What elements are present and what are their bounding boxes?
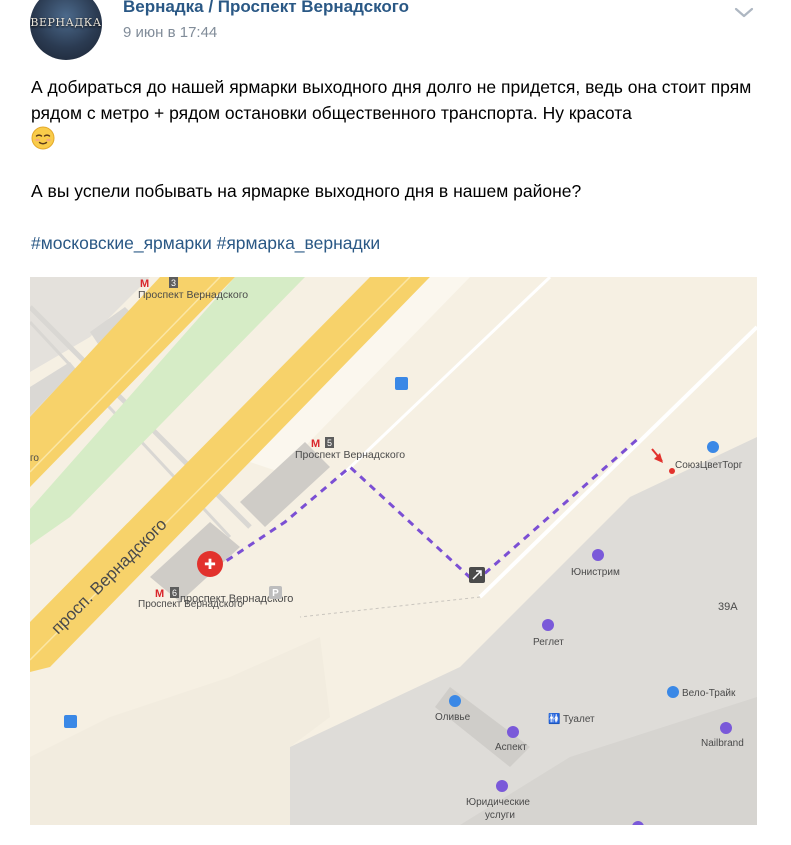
shop-icon <box>707 441 719 453</box>
hashtag-link[interactable]: #московские_ярмарки <box>31 233 212 253</box>
poi-label: Юридические <box>466 797 530 808</box>
avatar[interactable]: ВЕРНАДКА <box>30 0 102 60</box>
post-paragraph: А добираться до нашей ярмарки выходного … <box>31 74 766 152</box>
bus-stop-icon <box>64 715 77 728</box>
metro-line-number: 3 <box>171 278 176 288</box>
shop-icon <box>507 726 519 738</box>
chevron-down-icon <box>734 7 754 18</box>
poi-label: услуги <box>485 810 515 821</box>
map-image[interactable]: ✚ просп. Вернадского М 3 Проспект Вернад… <box>30 277 757 825</box>
avatar-logo-text: ВЕРНАДКА <box>30 16 102 29</box>
office-icon <box>496 780 508 792</box>
metro-line-number: 6 <box>172 588 177 598</box>
shop-icon <box>720 722 732 734</box>
svg-text:P: P <box>272 588 279 599</box>
shop-icon <box>667 686 679 698</box>
map-canvas: ✚ просп. Вернадского М 3 Проспект Вернад… <box>30 277 757 825</box>
poi-label: Вело-Трайк <box>682 688 736 699</box>
poi-label: Юнистрим <box>571 567 620 578</box>
poi-label: Nailbrand <box>701 738 744 749</box>
bank-icon <box>592 549 604 561</box>
poi-label: Оливье <box>435 712 471 723</box>
poi-label: Туалет <box>563 714 595 725</box>
post-text: А добираться до нашей ярмарки выходного … <box>31 74 766 256</box>
building-number: 39А <box>718 601 738 613</box>
toilet-icon: 🚻 <box>548 712 560 725</box>
post-paragraph-text: А вы успели побывать на ярмарке выходног… <box>31 181 582 201</box>
bus-stop-icon <box>395 377 408 390</box>
metro-label: Проспект Вернадского <box>295 449 405 461</box>
post-menu-button[interactable] <box>730 0 758 24</box>
metro-line-number: 5 <box>327 438 332 448</box>
post-author-link[interactable]: Вернадка / Проспект Вернадского <box>123 0 409 17</box>
poi-label: Аспект <box>495 742 527 753</box>
post-paragraph-text: А добираться до нашей ярмарки выходного … <box>31 77 752 123</box>
destination-label: СоюзЦветТорг <box>675 460 743 471</box>
hashtag-list: #московские_ярмарки #ярмарка_вернадки <box>31 230 766 256</box>
shop-icon <box>542 619 554 631</box>
metro-label-partial: го <box>30 453 39 464</box>
cafe-icon <box>449 695 461 707</box>
metro-label: Проспект Вернадского <box>138 289 248 301</box>
relieved-face-emoji-icon <box>31 126 55 150</box>
svg-text:✚: ✚ <box>204 556 216 572</box>
poi-label: Реглет <box>533 637 564 648</box>
post-paragraph: А вы успели побывать на ярмарке выходног… <box>31 178 766 204</box>
hashtag-link[interactable]: #ярмарка_вернадки <box>217 233 381 253</box>
post-date[interactable]: 9 июн в 17:44 <box>123 24 217 41</box>
